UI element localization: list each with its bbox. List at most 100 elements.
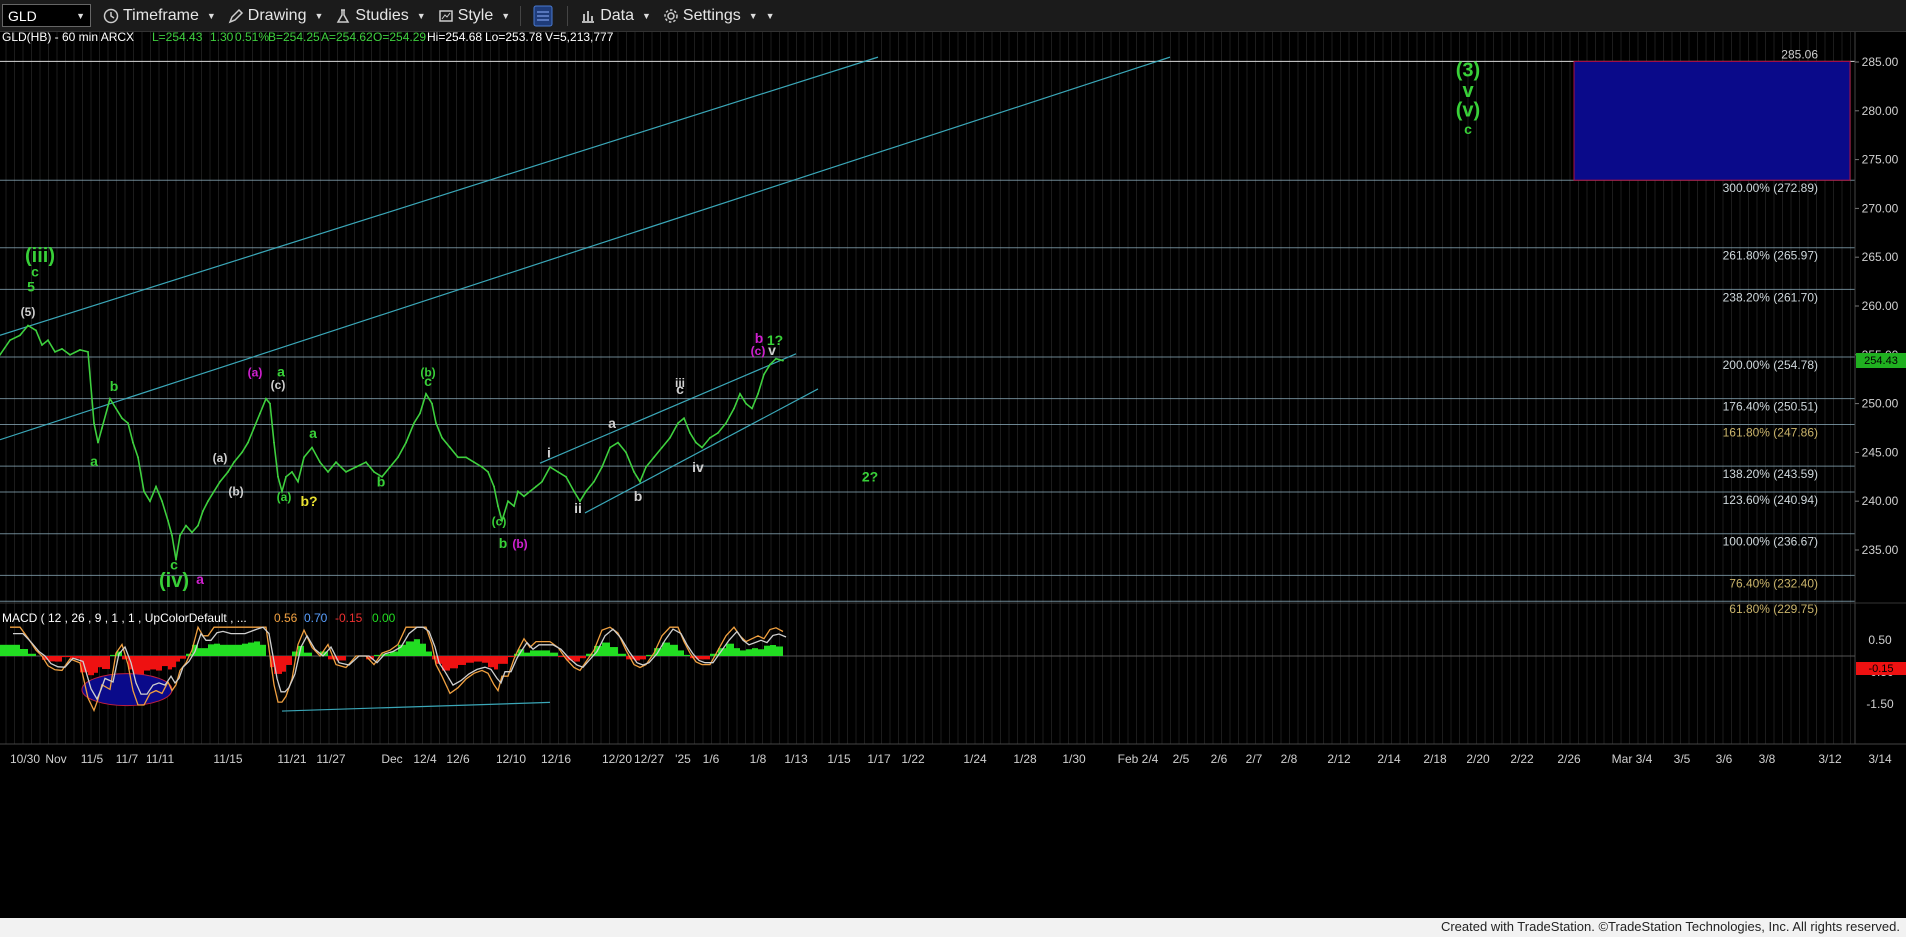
price-point <box>585 490 587 493</box>
wave-label: c <box>424 373 432 389</box>
macd-value-2: 0.70 <box>304 611 328 625</box>
x-tick-label: Nov <box>45 752 66 766</box>
fib-label: 200.00% (254.78) <box>1723 358 1818 372</box>
chevron-down-icon: ▼ <box>641 10 651 21</box>
macd-bar <box>734 648 740 656</box>
price-point <box>319 461 321 464</box>
symbol-input[interactable]: GLD ▼ <box>2 4 91 27</box>
wave-label: b <box>634 488 643 504</box>
price-point <box>253 427 255 429</box>
x-tick-label: 12/16 <box>541 752 571 766</box>
macd-bar <box>198 648 203 656</box>
wave-label: i <box>547 444 551 460</box>
x-tick-label: 1/6 <box>703 752 720 766</box>
info-symbol: GLD(HB) - 60 min ARCX <box>2 32 134 44</box>
y-tick-label: 245.00 <box>1862 445 1899 459</box>
macd-bar <box>62 656 70 658</box>
macd-bar <box>138 656 144 676</box>
macd-bar <box>758 649 764 656</box>
price-point <box>763 373 765 376</box>
x-tick-label: 12/10 <box>496 752 526 766</box>
x-tick-label: 2/20 <box>1466 752 1490 766</box>
price-point <box>297 480 299 483</box>
fib-label: 61.80% (229.75) <box>1729 602 1818 616</box>
data-menu[interactable]: Data ▼ <box>580 7 651 25</box>
wave-label: c <box>170 557 178 573</box>
wave-label: b <box>499 535 508 551</box>
macd-bar <box>458 656 466 665</box>
info-ask: A=254.62 <box>321 32 373 44</box>
macd-bar <box>234 644 242 656</box>
price-point <box>9 339 11 342</box>
info-low: Lo=253.78 <box>485 32 542 44</box>
macd-bar <box>488 656 494 668</box>
fib-label: 123.60% (240.94) <box>1723 493 1818 507</box>
chevron-down-icon[interactable]: ▼ <box>766 11 775 21</box>
price-point <box>137 456 139 459</box>
x-tick-label: 1/22 <box>901 752 925 766</box>
macd-ellipse <box>81 673 173 707</box>
flask-icon <box>337 8 350 23</box>
macd-bar <box>20 649 28 656</box>
wave-label: (iv) <box>159 570 189 592</box>
layout-icon <box>533 5 553 26</box>
studies-menu[interactable]: Studies ▼ <box>335 7 426 25</box>
layout-button[interactable] <box>533 5 557 27</box>
price-point <box>241 451 243 454</box>
price-point <box>513 505 515 507</box>
wave-label: a <box>309 425 317 441</box>
wave-label: a <box>608 415 616 431</box>
y-tick-label: 270.00 <box>1862 201 1899 215</box>
macd-bar <box>214 643 220 656</box>
macd-bar <box>242 643 248 656</box>
info-volume: V=5,213,777 <box>545 32 614 44</box>
wave-label: (c) <box>751 344 766 358</box>
price-point <box>247 441 249 444</box>
wave-label: (iii) <box>25 245 55 267</box>
price-point <box>449 446 451 449</box>
macd-bar <box>406 641 414 656</box>
settings-menu[interactable]: Settings ▼ <box>663 7 758 25</box>
wave-label: a <box>196 571 204 587</box>
macd-bar <box>94 656 98 673</box>
wave-label: a <box>277 363 285 379</box>
wave-label: (b) <box>512 537 527 551</box>
chevron-down-icon[interactable]: ▼ <box>76 11 85 21</box>
price-point <box>701 446 703 449</box>
fib-label: 138.20% (243.59) <box>1723 467 1818 481</box>
timeframe-label: Timeframe <box>123 6 199 24</box>
data-label: Data <box>600 6 634 24</box>
macd-bar <box>550 652 558 656</box>
price-point <box>87 350 89 353</box>
style-menu[interactable]: Style ▼ <box>438 7 510 25</box>
macd-bar <box>710 653 718 656</box>
x-tick-label: 1/13 <box>784 752 808 766</box>
price-point <box>557 471 559 473</box>
wave-label: 5 <box>27 278 35 294</box>
price-point <box>487 471 489 473</box>
macd-bar <box>640 656 646 660</box>
wave-label: a <box>90 453 98 469</box>
price-point <box>497 505 499 507</box>
price-point <box>121 417 123 420</box>
symbol-value: GLD <box>8 7 37 24</box>
y-tick-label: 235.00 <box>1862 543 1899 557</box>
price-point <box>677 422 679 425</box>
wave-label: (a) <box>213 451 228 465</box>
price-point <box>733 407 735 410</box>
timeframe-menu[interactable]: Timeframe ▼ <box>103 7 216 25</box>
macd-bar <box>678 650 684 656</box>
macd-bar <box>203 648 208 656</box>
x-tick-label: 1/8 <box>750 752 767 766</box>
price-chart[interactable]: 300.00% (272.89) 261.80% (265.97) 238.20% … <box>0 32 1906 918</box>
pencil-icon <box>228 8 243 23</box>
info-bid: B=254.25 <box>268 32 320 44</box>
macd-title: MACD ( 12 , 26 , 9 , 1 , 1 , UpColorDefa… <box>2 611 247 625</box>
price-point <box>609 446 611 449</box>
x-tick-label: Feb 2/4 <box>1118 752 1159 766</box>
macd-bar <box>746 649 752 656</box>
x-tick-label: 2/14 <box>1377 752 1401 766</box>
wave-label: (a) <box>277 490 292 504</box>
drawing-menu[interactable]: Drawing ▼ <box>228 7 323 25</box>
macd-bar <box>602 642 610 656</box>
